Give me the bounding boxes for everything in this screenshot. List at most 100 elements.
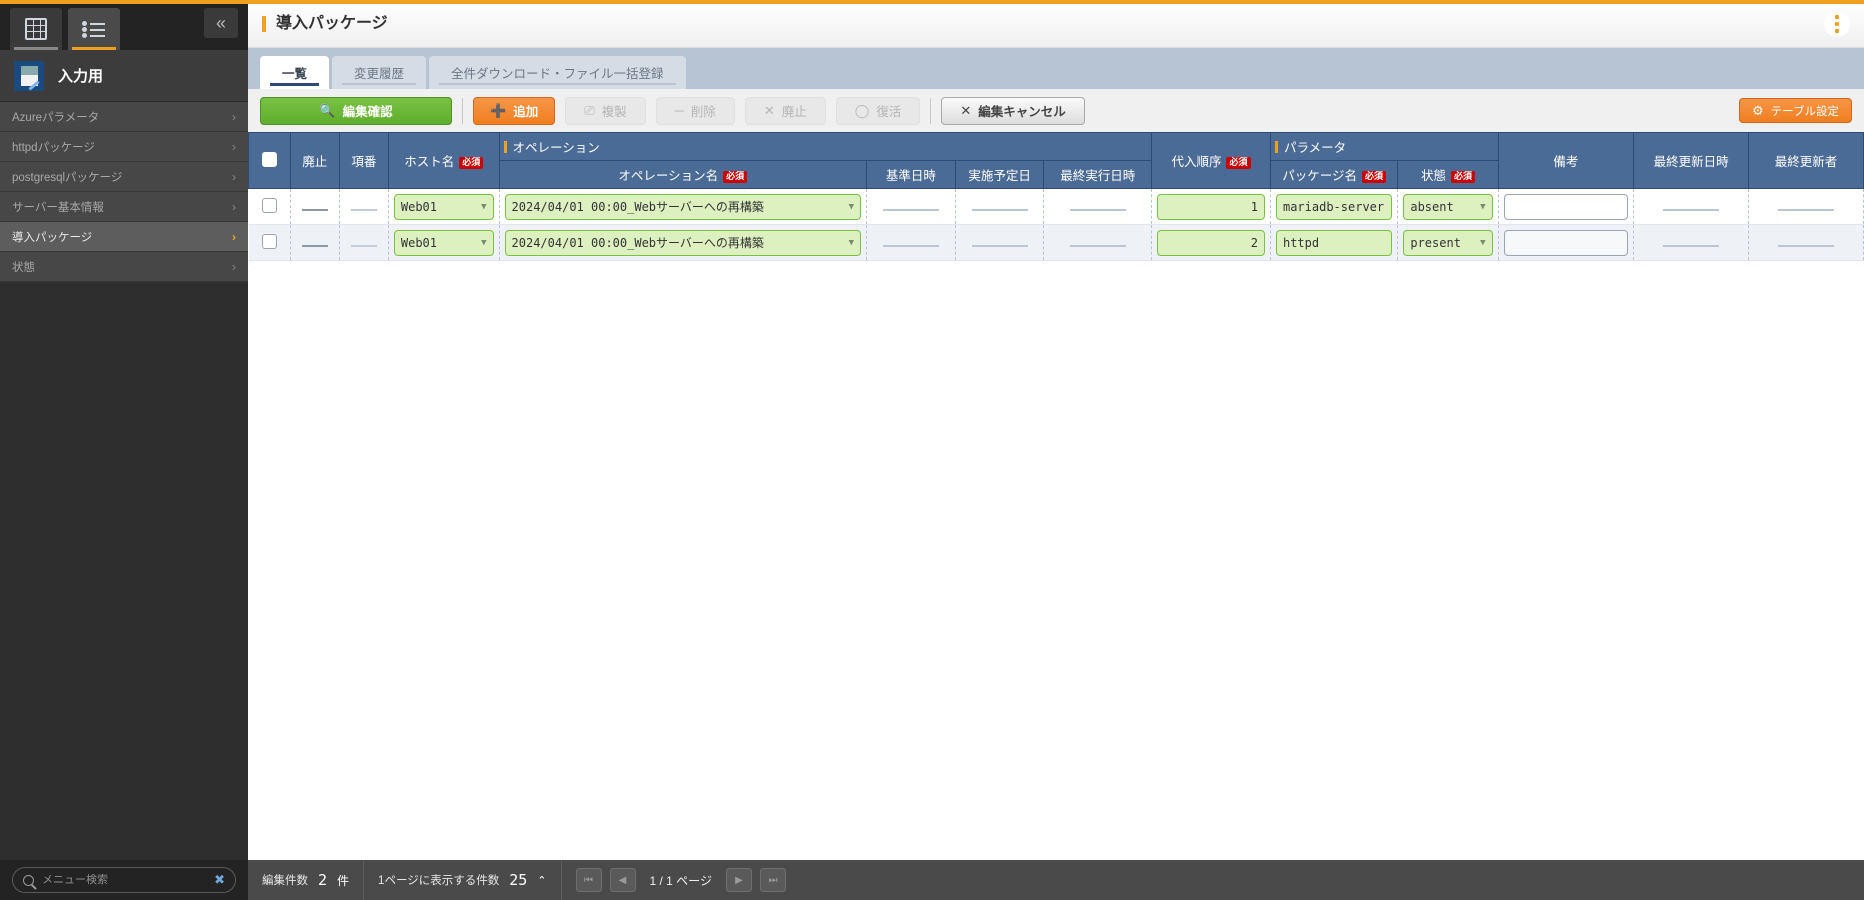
sidebar: « 入力用 Azureパラメータ › httpdパッケージ › postgres…: [0, 0, 248, 900]
edit-count-segment: 編集件数 2 件: [248, 860, 365, 900]
col-header-last-exec-datetime: 最終実行日時: [1043, 160, 1152, 189]
cell-state[interactable]: absent ▼: [1397, 188, 1499, 225]
cell-last-exec-datetime: [1043, 188, 1152, 225]
assign-order-input[interactable]: 2: [1156, 229, 1265, 256]
abolish-button[interactable]: ✕ 廃止: [744, 96, 826, 125]
next-page-button[interactable]: ▶: [725, 868, 752, 892]
tab-bulk-download-upload[interactable]: 全件ダウンロード・ファイル一括登録: [429, 56, 686, 89]
magnify-document-icon: 🔍: [319, 103, 336, 118]
table-settings-button[interactable]: ⚙ テーブル設定: [1739, 98, 1852, 123]
required-badge: 必須: [723, 171, 748, 183]
sidebar-item-azure-parameter[interactable]: Azureパラメータ ›: [0, 102, 248, 132]
chevron-down-icon: ▼: [1480, 201, 1486, 212]
hostname-select[interactable]: Web01 ▼: [393, 193, 494, 220]
last-page-button[interactable]: ⏭: [759, 868, 786, 892]
tab-list[interactable]: 一覧: [260, 56, 330, 89]
chevron-up-icon[interactable]: ⌃: [537, 874, 546, 887]
sidebar-collapse-button[interactable]: «: [204, 8, 238, 38]
cell-assign-order[interactable]: 1: [1151, 188, 1271, 225]
page-indicator: 1 / 1 ページ: [649, 873, 712, 888]
select-all-checkbox[interactable]: [261, 151, 277, 167]
cell-hostname[interactable]: Web01 ▼: [388, 224, 500, 261]
confirm-edit-label: 編集確認: [342, 105, 393, 119]
table-row[interactable]: Web01 ▼ 2024/04/01 00:00_Webサーバーへの再構築 ▼: [248, 224, 1864, 261]
remarks-input[interactable]: [1503, 229, 1629, 256]
col-header-last-updater: 最終更新者: [1748, 132, 1864, 189]
group-header-operation-label: オペレーション: [512, 141, 600, 155]
cell-operation-name[interactable]: 2024/04/01 00:00_Webサーバーへの再構築 ▼: [499, 188, 867, 225]
select-all-header[interactable]: [248, 132, 291, 189]
row-checkbox[interactable]: [261, 233, 277, 249]
tab-change-history[interactable]: 変更履歴: [332, 56, 427, 89]
search-input[interactable]: [42, 874, 207, 886]
assign-order-input[interactable]: 1: [1156, 193, 1265, 220]
cell-base-datetime: [866, 188, 956, 225]
sidebar-item-state[interactable]: 状態 ›: [0, 252, 248, 282]
restore-button[interactable]: ◯ 復活: [835, 96, 921, 125]
empty-dash-icon: [301, 208, 328, 211]
row-checkbox[interactable]: [261, 197, 277, 213]
per-page-segment[interactable]: 1ページに表示する件数 25 ⌃: [364, 860, 562, 900]
add-button[interactable]: ➕ 追加: [473, 96, 556, 125]
operation-name-select[interactable]: 2024/04/01 00:00_Webサーバーへの再構築 ▼: [504, 229, 861, 256]
table-row[interactable]: Web01 ▼ 2024/04/01 00:00_Webサーバーへの再構築 ▼: [248, 188, 1864, 225]
cell-package-name[interactable]: httpd: [1270, 224, 1399, 261]
data-table-area: 廃止 項番 ホスト名 必須 オペレーション 代入順序 必須 パラメータ 備考 最…: [248, 132, 1864, 860]
empty-dash-icon: [971, 244, 1028, 247]
prev-page-button[interactable]: ◀: [609, 868, 636, 892]
col-header-abolish: 廃止: [289, 132, 340, 189]
sidebar-item-label: Azureパラメータ: [12, 111, 100, 124]
application-window: « 入力用 Azureパラメータ › httpdパッケージ › postgres…: [0, 0, 1864, 900]
sidebar-item-httpd-package[interactable]: httpdパッケージ ›: [0, 132, 248, 162]
empty-dash-icon: [1778, 208, 1835, 211]
state-select[interactable]: present ▼: [1403, 229, 1493, 256]
row-select-cell[interactable]: [248, 188, 291, 225]
first-page-button[interactable]: ⏮: [575, 868, 602, 892]
cell-state[interactable]: present ▼: [1397, 224, 1499, 261]
sidebar-item-introduced-package[interactable]: 導入パッケージ ›: [0, 222, 248, 252]
cell-hostname[interactable]: Web01 ▼: [388, 188, 500, 225]
sidebar-menu-title: 入力用: [58, 68, 104, 85]
cell-operation-name[interactable]: 2024/04/01 00:00_Webサーバーへの再構築 ▼: [499, 224, 867, 261]
search-icon: [23, 874, 34, 886]
package-name-input[interactable]: mariadb-server: [1275, 193, 1393, 220]
group-accent-bar: [1274, 141, 1278, 153]
clear-search-icon[interactable]: ✖: [214, 872, 225, 888]
confirm-edit-button[interactable]: 🔍 編集確認: [260, 96, 452, 125]
table-group-header-row: 廃止 項番 ホスト名 必須 オペレーション 代入順序 必須 パラメータ 備考 最…: [248, 132, 1864, 189]
sidebar-search-area: ✖: [0, 860, 248, 900]
edit-count-label: 編集件数: [262, 875, 308, 887]
menu-search-box[interactable]: ✖: [12, 867, 236, 893]
grid-icon: [25, 18, 47, 40]
list-view-tab[interactable]: [68, 8, 120, 50]
cell-remarks[interactable]: [1498, 224, 1635, 261]
page-header: 導入パッケージ: [248, 0, 1864, 48]
status-bar: 編集件数 2 件 1ページに表示する件数 25 ⌃ ⏮ ◀ 1 / 1 ページ …: [248, 860, 1864, 900]
package-name-input[interactable]: httpd: [1275, 229, 1393, 256]
required-badge: 必須: [459, 157, 484, 169]
chevron-right-icon: ›: [232, 259, 236, 274]
close-x-icon: ✕: [960, 103, 972, 118]
cancel-edit-button[interactable]: ✕ 編集キャンセル: [941, 96, 1085, 125]
remarks-input[interactable]: [1503, 193, 1629, 220]
cell-remarks[interactable]: [1498, 188, 1635, 225]
more-options-icon[interactable]: [1824, 10, 1850, 37]
group-header-parameter: パラメータ: [1269, 132, 1499, 161]
cell-package-name[interactable]: mariadb-server: [1270, 188, 1399, 225]
operation-name-select[interactable]: 2024/04/01 00:00_Webサーバーへの再構築 ▼: [504, 193, 861, 220]
delete-button[interactable]: ─ 削除: [655, 96, 735, 125]
grid-view-tab[interactable]: [10, 8, 62, 50]
empty-dash-icon: [1663, 244, 1720, 247]
duplicate-button[interactable]: ⎚ 複製: [565, 96, 646, 125]
hostname-select[interactable]: Web01 ▼: [393, 229, 494, 256]
row-select-cell[interactable]: [248, 224, 291, 261]
sidebar-item-server-basic-info[interactable]: サーバー基本情報 ›: [0, 192, 248, 222]
cell-last-exec-datetime: [1043, 224, 1152, 261]
data-table: 廃止 項番 ホスト名 必須 オペレーション 代入順序 必須 パラメータ 備考 最…: [248, 132, 1864, 261]
cell-assign-order[interactable]: 2: [1151, 224, 1271, 261]
col-header-operation-name-label: オペレーション名: [618, 169, 719, 183]
sidebar-item-postgresql-package[interactable]: postgresqlパッケージ ›: [0, 162, 248, 192]
state-select[interactable]: absent ▼: [1403, 193, 1493, 220]
chevron-down-icon: ▼: [848, 237, 854, 248]
duplicate-label: 複製: [601, 105, 627, 119]
